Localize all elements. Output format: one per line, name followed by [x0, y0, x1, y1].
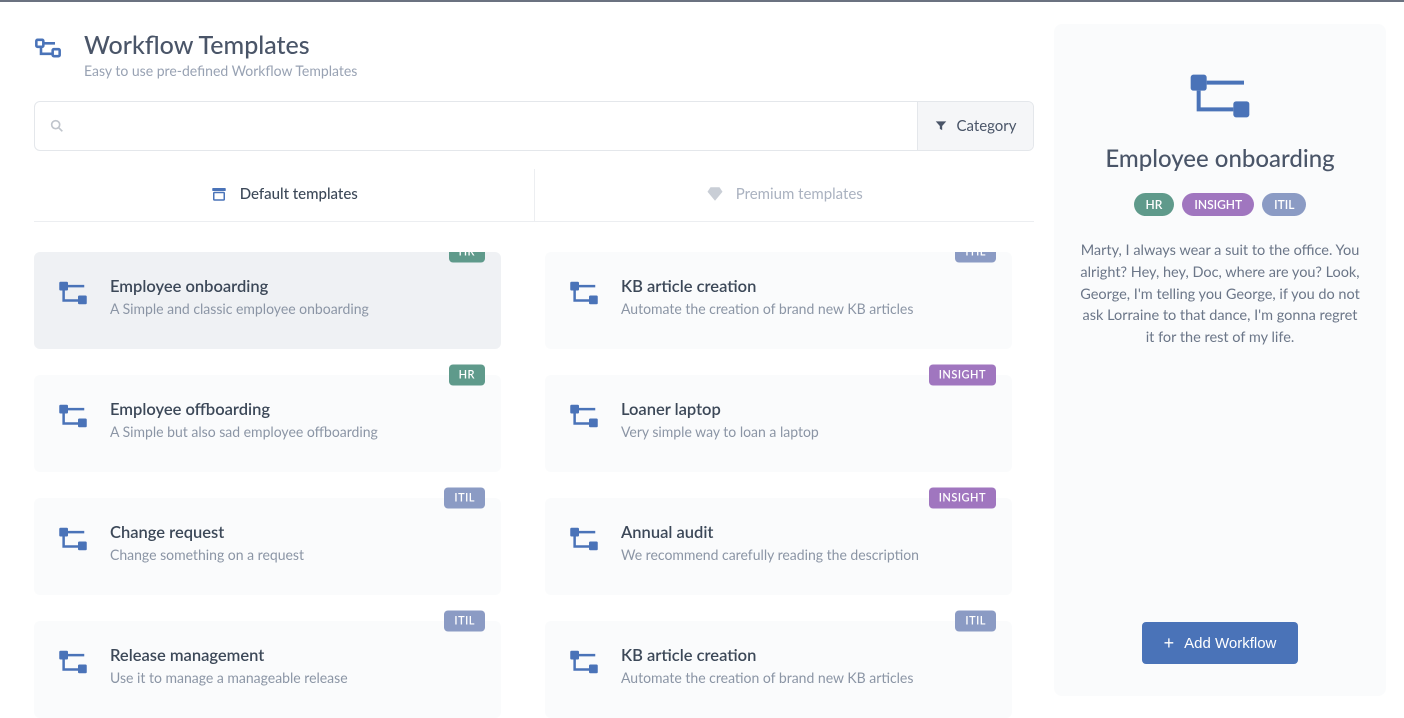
page-header: Workflow Templates Easy to use pre-defin… — [34, 30, 1034, 79]
card-title: Change request — [110, 522, 304, 542]
workflow-large-icon — [1188, 72, 1252, 120]
detail-tag-pill: ITIL — [1262, 193, 1306, 216]
workflow-icon — [58, 647, 88, 677]
category-label: Category — [956, 117, 1016, 135]
card-title: Annual audit — [621, 522, 919, 542]
plus-icon: + — [1164, 634, 1175, 652]
card-description: Very simple way to loan a laptop — [621, 423, 819, 440]
archive-icon — [210, 185, 228, 203]
tab-label: Default templates — [240, 185, 358, 203]
category-filter-button[interactable]: Category — [917, 102, 1033, 150]
card-title: Employee onboarding — [110, 276, 369, 296]
detail-tags: HR INSIGHT ITIL — [1134, 193, 1307, 216]
workflow-icon — [569, 401, 599, 431]
workflow-icon — [569, 524, 599, 554]
template-card-grid[interactable]: HR Employee onboarding A Simple and classi… — [34, 252, 1034, 718]
detail-tag-pill: HR — [1134, 193, 1175, 216]
template-card[interactable]: INSIGHTLoaner laptopVery simple way to l… — [545, 375, 1012, 472]
template-card[interactable]: ITILChange requestChange something on a … — [34, 498, 501, 595]
search-input[interactable] — [65, 118, 903, 135]
card-description: We recommend carefully reading the descr… — [621, 546, 919, 563]
add-workflow-label: Add Workflow — [1184, 635, 1276, 652]
workflow-icon — [58, 278, 88, 308]
page-title: Workflow Templates — [84, 30, 357, 60]
diamond-icon — [706, 185, 724, 203]
card-description: Use it to manage a manageable release — [110, 669, 348, 686]
card-description: A Simple and classic employee onboarding — [110, 300, 369, 317]
card-tag: ITIL — [955, 611, 996, 632]
tab-label: Premium templates — [736, 185, 863, 203]
card-title: KB article creation — [621, 276, 913, 296]
template-tabs: Default templates Premium templates — [34, 169, 1034, 222]
detail-tag-pill: INSIGHT — [1182, 193, 1254, 216]
card-title: Employee offboarding — [110, 399, 378, 419]
card-description: Change something on a request — [110, 546, 304, 563]
card-title: Loaner laptop — [621, 399, 819, 419]
template-card[interactable]: INSIGHTAnnual auditWe recommend carefull… — [545, 498, 1012, 595]
card-description: A Simple but also sad employee offboardi… — [110, 423, 378, 440]
card-tag: ITIL — [444, 611, 485, 632]
card-tag: ITIL — [444, 488, 485, 509]
template-detail-panel: Employee onboarding HR INSIGHT ITIL Marty,… — [1054, 24, 1386, 696]
template-card[interactable]: ITILKB article creationAutomate the crea… — [545, 621, 1012, 718]
workflow-icon — [569, 647, 599, 677]
detail-title: Employee onboarding — [1105, 144, 1334, 173]
funnel-icon — [934, 119, 948, 133]
search-bar: Category — [34, 101, 1034, 151]
tab-default-templates[interactable]: Default templates — [34, 169, 534, 221]
workflow-icon — [569, 278, 599, 308]
template-card[interactable]: ITIL KB article creation Automate the crea… — [545, 252, 1012, 349]
card-tag: INSIGHT — [929, 365, 996, 386]
card-title: KB article creation — [621, 645, 913, 665]
card-description: Automate the creation of brand new KB ar… — [621, 300, 913, 317]
search-icon — [49, 118, 65, 134]
template-card[interactable]: ITILRelease managementUse it to manage a… — [34, 621, 501, 718]
workflow-icon — [58, 524, 88, 554]
tab-premium-templates[interactable]: Premium templates — [534, 169, 1035, 221]
template-card[interactable]: HR Employee onboarding A Simple and classi… — [34, 252, 501, 349]
card-description: Automate the creation of brand new KB ar… — [621, 669, 913, 686]
detail-description: Marty, I always wear a suit to the offic… — [1080, 240, 1360, 349]
workflow-icon — [34, 34, 62, 62]
add-workflow-button[interactable]: + Add Workflow — [1142, 622, 1299, 664]
workflow-icon — [58, 401, 88, 431]
template-card[interactable]: HREmployee offboardingA Simple but also … — [34, 375, 501, 472]
card-title: Release management — [110, 645, 348, 665]
page-subtitle: Easy to use pre-defined Workflow Templat… — [84, 62, 357, 79]
card-tag: ITIL — [955, 252, 996, 263]
card-tag: HR — [449, 365, 485, 386]
card-tag: INSIGHT — [929, 488, 996, 509]
card-tag: HR — [449, 252, 485, 263]
